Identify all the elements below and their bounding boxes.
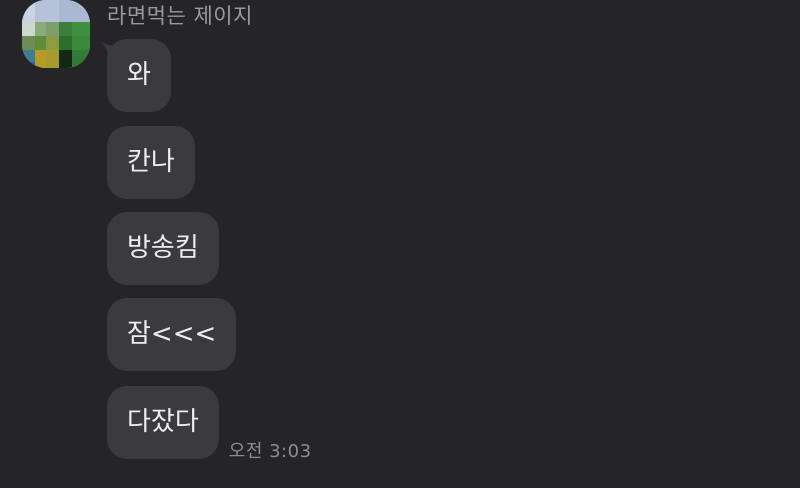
message-text: 칸나	[127, 147, 175, 177]
message-bubble[interactable]: 와	[107, 39, 171, 112]
message-text: 잠<<<	[127, 319, 217, 349]
sender-avatar[interactable]	[22, 0, 90, 68]
message-bubble[interactable]: 칸나	[107, 126, 195, 199]
message-bubble[interactable]: 다잤다	[107, 386, 219, 459]
message-text: 다잤다	[127, 407, 199, 437]
message-text: 와	[127, 60, 151, 90]
message-bubble[interactable]: 잠<<<	[107, 298, 237, 371]
message-bubble[interactable]: 방송킴	[107, 212, 219, 285]
blurred-profile-avatar-icon	[22, 0, 90, 68]
chat-view: 라면먹는 제이지 와 칸나 방송킴 잠<<< 다잤다 오전 3:03	[0, 0, 800, 488]
message-timestamp: 오전 3:03	[228, 441, 312, 462]
message-text: 방송킴	[127, 233, 199, 263]
sender-name: 라면먹는 제이지	[107, 4, 253, 28]
